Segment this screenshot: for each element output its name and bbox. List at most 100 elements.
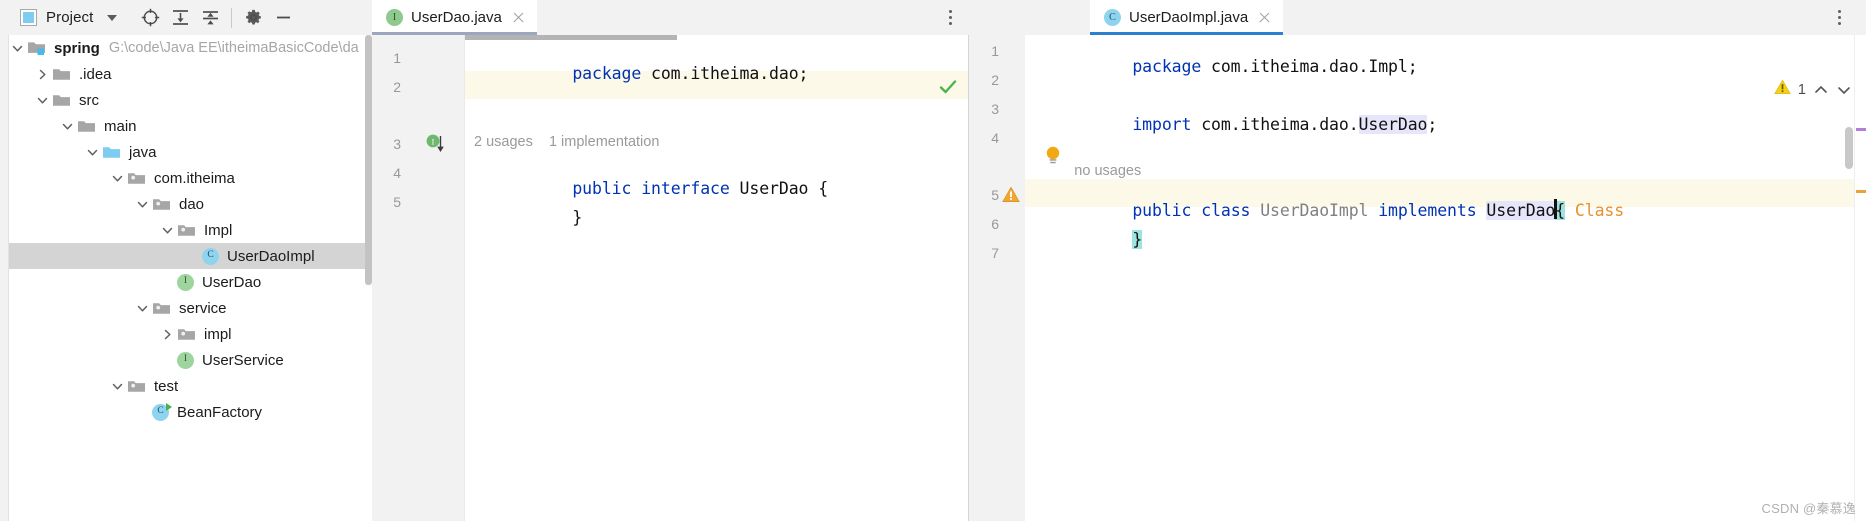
collapse-all-icon[interactable]	[195, 3, 225, 33]
code-line-1: package com.itheima.dao;	[572, 63, 809, 83]
chevron-down-icon[interactable]	[159, 222, 176, 239]
toolwindow-title: Project	[46, 9, 94, 26]
line-number: 3	[991, 101, 999, 117]
code-line-6: }	[1132, 229, 1143, 249]
chevron-down-icon[interactable]	[34, 92, 51, 109]
tree-node-userdao[interactable]: I UserDao	[0, 269, 372, 295]
tree-node-path: G:\code\Java EE\itheimaBasicCode\da	[108, 40, 359, 56]
tree-node-userservice[interactable]: I UserService	[0, 347, 372, 373]
package-folder-icon	[127, 170, 146, 186]
warning-triangle-icon[interactable]	[1002, 186, 1020, 202]
expand-all-icon[interactable]	[165, 3, 195, 33]
chevron-down-icon[interactable]	[107, 14, 118, 21]
line-number: 5	[393, 194, 401, 210]
module-folder-icon	[27, 40, 46, 56]
right-editor-code[interactable]: package com.itheima.dao.Impl; import com…	[1025, 35, 1866, 521]
line-number: 1	[991, 43, 999, 59]
tree-node-impl[interactable]: impl	[0, 321, 372, 347]
tree-node-label: UserDaoImpl	[227, 247, 315, 265]
tree-node-com-itheima[interactable]: com.itheima	[0, 165, 372, 191]
tree-node-java[interactable]: java	[0, 139, 372, 165]
stripe-marker-highlight	[1856, 128, 1866, 131]
tree-node-label: test	[154, 377, 179, 395]
line-number: 4	[991, 130, 999, 146]
top-bar: Project I UserDao.java C UserDaoImpl.jav…	[0, 0, 1866, 35]
line-number: 7	[991, 245, 999, 261]
interface-icon: I	[386, 9, 403, 26]
right-editor-vertical-scrollbar[interactable]	[1845, 127, 1853, 169]
class-icon: C	[1104, 9, 1121, 26]
stripe-marker-warning	[1856, 190, 1866, 193]
tree-node-beanfactory[interactable]: C BeanFactory	[0, 399, 372, 425]
inspection-ok-check-icon[interactable]	[938, 77, 957, 95]
hide-toolwindow-icon[interactable]	[268, 3, 298, 33]
tree-node-impl[interactable]: Impl	[0, 217, 372, 243]
line-number: 1	[393, 50, 401, 66]
tree-node-spring[interactable]: spring G:\code\Java EE\itheimaBasicCode\d…	[0, 35, 372, 61]
project-tree-panel: spring G:\code\Java EE\itheimaBasicCode\d…	[0, 35, 372, 521]
chevron-right-icon[interactable]	[34, 66, 51, 83]
toolwindow-rail	[0, 35, 9, 521]
chevron-down-icon[interactable]	[59, 118, 76, 135]
inspection-widget[interactable]: 1	[1774, 79, 1852, 100]
chevron-down-icon[interactable]	[84, 144, 101, 161]
tree-scrollbar[interactable]	[365, 35, 372, 285]
tree-node-label: UserService	[202, 351, 284, 369]
chevron-down-icon[interactable]	[9, 40, 26, 57]
tree-node-test[interactable]: test	[0, 373, 372, 399]
chevron-down-icon[interactable]	[109, 170, 126, 187]
warning-count: 1	[1797, 81, 1806, 98]
tree-node-service[interactable]: service	[0, 295, 372, 321]
chevron-down-icon[interactable]	[1836, 82, 1852, 98]
close-icon[interactable]	[1258, 11, 1271, 24]
settings-gear-icon[interactable]	[238, 3, 268, 33]
intention-bulb-icon[interactable]	[1044, 145, 1061, 165]
package-folder-icon	[152, 196, 171, 212]
tree-node-userdaoimpl[interactable]: C UserDaoImpl	[0, 243, 372, 269]
right-editor-more-options-icon[interactable]	[1826, 0, 1852, 35]
line-number: 6	[991, 216, 999, 232]
project-icon	[20, 9, 37, 26]
right-editor-gutter[interactable]: 1 2 3 4 5 6 7	[969, 35, 1025, 521]
tree-node-label: com.itheima	[154, 169, 235, 187]
watermark: CSDN @秦慕逸	[1761, 501, 1856, 516]
left-editor-tabs: I UserDao.java	[372, 0, 969, 35]
interface-icon: I	[177, 273, 194, 291]
close-icon[interactable]	[512, 11, 525, 24]
tree-node-label: main	[104, 117, 137, 135]
editor-userdao: 1 2 3 4 5 I package com.itheima.dao; 2 u…	[372, 35, 969, 521]
tab-label: UserDao.java	[411, 9, 502, 26]
tab-userdao-java[interactable]: I UserDao.java	[372, 0, 537, 35]
editor-userdaoimpl: 1 2 3 4 5 6 7 package com.itheima.dao.Im…	[969, 35, 1866, 521]
chevron-down-icon[interactable]	[109, 378, 126, 395]
implemented-by-icon[interactable]: I	[425, 134, 447, 154]
main-body: spring G:\code\Java EE\itheimaBasicCode\d…	[0, 35, 1866, 521]
class-icon: C	[202, 247, 219, 265]
left-editor-gutter[interactable]: 1 2 3 4 5 I	[372, 35, 465, 521]
runnable-class-icon: C	[152, 402, 172, 421]
chevron-down-icon[interactable]	[134, 300, 151, 317]
select-opened-file-icon[interactable]	[135, 3, 165, 33]
left-editor-code[interactable]: package com.itheima.dao; 2 usages 1 impl…	[465, 35, 968, 521]
project-toolwindow-header: Project	[0, 0, 372, 35]
right-editor-error-stripe[interactable]	[1854, 35, 1866, 521]
tree-node-idea[interactable]: .idea	[0, 61, 372, 87]
left-editor-more-options-icon[interactable]	[937, 0, 963, 35]
tree-node-main[interactable]: main	[0, 113, 372, 139]
package-folder-icon	[177, 326, 196, 342]
chevron-up-icon[interactable]	[1813, 82, 1829, 98]
tree-node-label: spring	[54, 39, 100, 57]
code-line-1: package com.itheima.dao.Impl;	[1132, 56, 1418, 76]
usage-hint-line-3[interactable]: 2 usages 1 implementation	[474, 135, 659, 150]
line-number: 2	[393, 79, 401, 95]
tab-userdaoimpl-java[interactable]: C UserDaoImpl.java	[1090, 0, 1284, 35]
package-folder-icon	[177, 222, 196, 238]
tree-node-label: BeanFactory	[177, 403, 263, 421]
tree-node-label: service	[179, 299, 227, 317]
tree-node-src[interactable]: src	[0, 87, 372, 113]
warning-triangle-icon	[1774, 79, 1791, 100]
tree-node-dao[interactable]: dao	[0, 191, 372, 217]
folder-icon	[77, 118, 96, 134]
chevron-down-icon[interactable]	[134, 196, 151, 213]
chevron-right-icon[interactable]	[159, 326, 176, 343]
